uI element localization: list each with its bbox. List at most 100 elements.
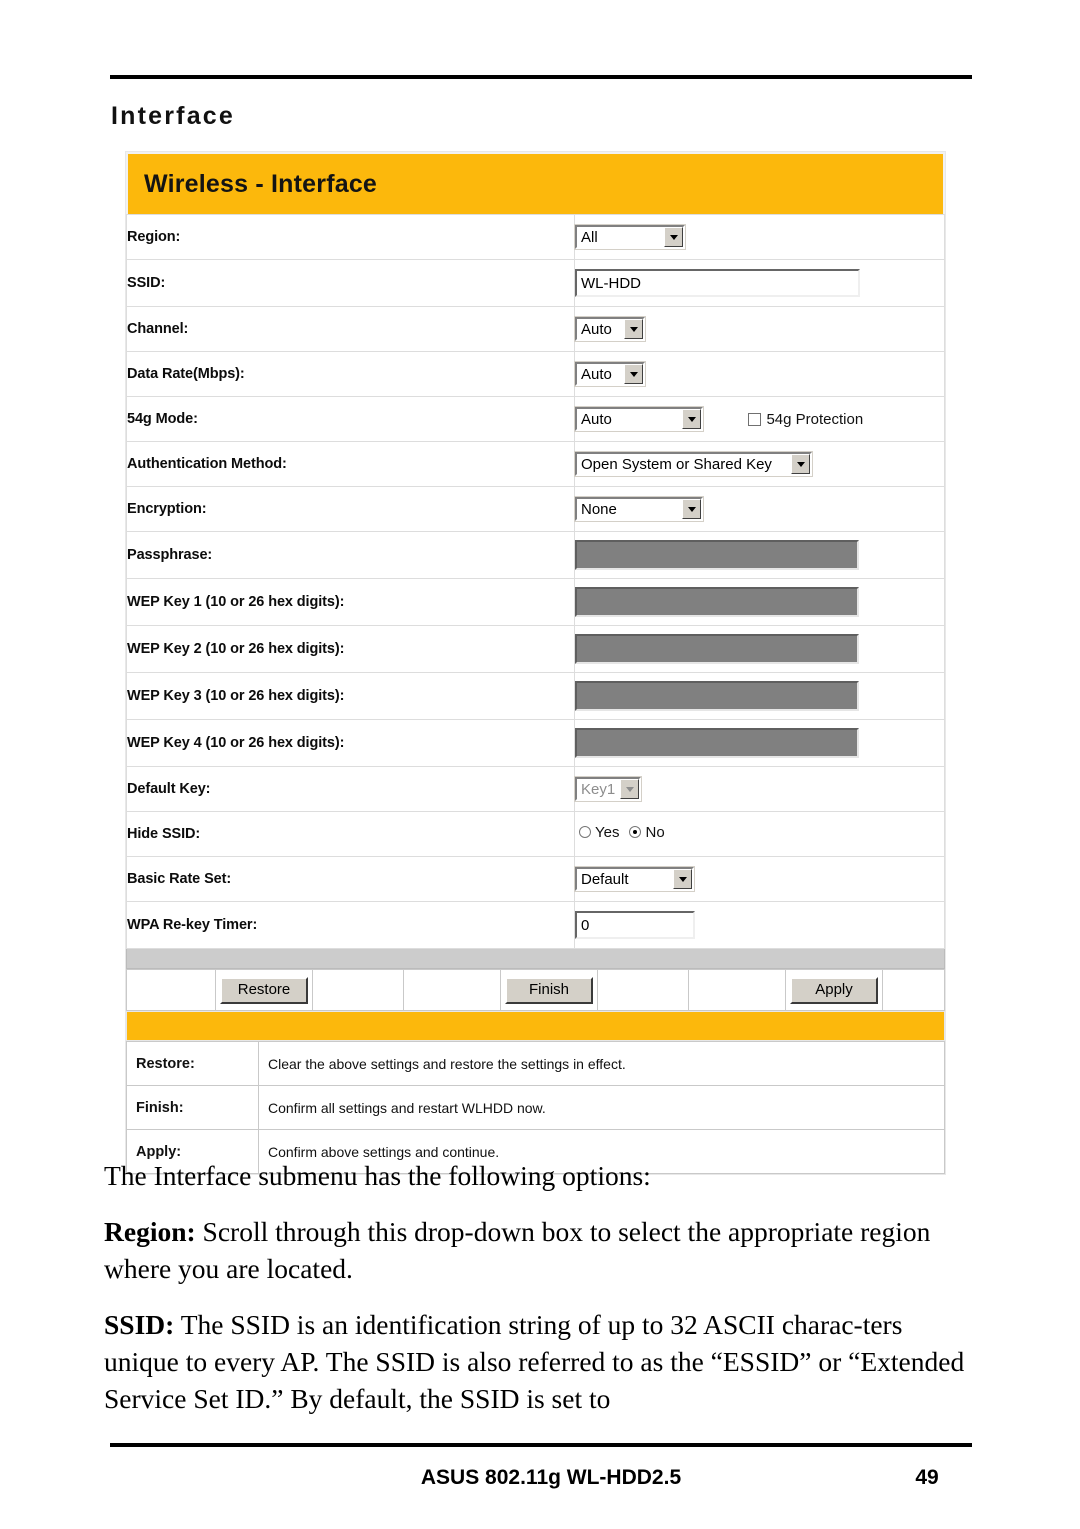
- mode-54g-select[interactable]: Auto: [575, 407, 703, 431]
- chevron-down-icon: [624, 364, 643, 384]
- legend-desc-finish: Confirm all settings and restart WLHDD n…: [258, 1085, 945, 1130]
- label-wep-key-3: WEP Key 3 (10 or 26 hex digits):: [126, 672, 575, 720]
- wireless-interface-form: Region: All SSID: WL-HDD Channel: Auto D…: [126, 214, 945, 949]
- value-wep-key-1: [574, 578, 945, 626]
- value-region: All: [574, 214, 945, 260]
- finish-button[interactable]: Finish: [505, 976, 593, 1004]
- value-data-rate: Auto: [574, 351, 945, 397]
- footer-rule: [110, 1443, 972, 1447]
- button-cell-pad-6: [882, 969, 945, 1011]
- chevron-down-icon: [682, 409, 701, 429]
- form-row-channel: Channel: Auto: [126, 306, 945, 352]
- panel-title-text: Wireless - Interface: [144, 169, 378, 198]
- form-row-54g-mode: 54g Mode: Auto 54g Protection: [126, 396, 945, 442]
- panel-title-bar: Wireless - Interface: [126, 152, 945, 214]
- label-basic-rate-set: Basic Rate Set:: [126, 856, 575, 902]
- form-row-basic-rate-set: Basic Rate Set: Default: [126, 856, 945, 902]
- hide-ssid-radio-group: Yes No: [575, 824, 675, 841]
- region-select-value: All: [581, 228, 598, 246]
- wep-key-2-input[interactable]: [575, 634, 859, 664]
- region-select[interactable]: All: [575, 225, 685, 249]
- passphrase-input[interactable]: [575, 540, 859, 570]
- form-row-wep-key-2: WEP Key 2 (10 or 26 hex digits):: [126, 625, 945, 673]
- encryption-select-value: None: [581, 500, 617, 518]
- ssid-input[interactable]: WL-HDD: [575, 269, 860, 297]
- form-row-wpa-rekey-timer: WPA Re-key Timer: 0: [126, 901, 945, 949]
- label-channel: Channel:: [126, 306, 575, 352]
- value-channel: Auto: [574, 306, 945, 352]
- label-passphrase: Passphrase:: [126, 531, 575, 579]
- form-row-wep-key-3: WEP Key 3 (10 or 26 hex digits):: [126, 672, 945, 720]
- legend-header-strip: [126, 1011, 945, 1041]
- 54g-protection-label: 54g Protection: [766, 410, 864, 428]
- chevron-down-icon: [682, 499, 701, 519]
- button-cell-pad-1: [126, 969, 216, 1011]
- value-ssid: WL-HDD: [574, 259, 945, 307]
- value-wpa-rekey-timer: 0: [574, 901, 945, 949]
- label-default-key: Default Key:: [126, 766, 575, 812]
- value-wep-key-2: [574, 625, 945, 673]
- auth-method-select[interactable]: Open System or Shared Key: [575, 452, 812, 476]
- 54g-protection-checkbox[interactable]: 54g Protection: [748, 411, 863, 428]
- footer-page-number: 49: [915, 1466, 939, 1489]
- chevron-down-icon: [624, 319, 643, 339]
- footer-title: ASUS 802.11g WL-HDD2.5: [420, 1466, 682, 1489]
- term-region: Region:: [104, 1216, 196, 1247]
- value-auth-method: Open System or Shared Key: [574, 441, 945, 487]
- wep-key-1-input[interactable]: [575, 587, 859, 617]
- button-cell-pad-5: [688, 969, 786, 1011]
- term-ssid-text: The SSID is an identification string of …: [104, 1309, 965, 1414]
- hide-ssid-radio-yes[interactable]: Yes: [579, 825, 619, 840]
- body-copy: The Interface submenu has the following …: [104, 1157, 972, 1436]
- manual-page: Interface Wireless - Interface Region: A…: [0, 0, 1080, 1529]
- legend-row-restore: Restore: Clear the above settings and re…: [126, 1041, 945, 1086]
- label-data-rate: Data Rate(Mbps):: [126, 351, 575, 397]
- term-region-text: Scroll through this drop-down box to sel…: [104, 1216, 931, 1284]
- hide-ssid-no-label: No: [645, 824, 665, 841]
- chevron-down-icon: [620, 779, 640, 799]
- form-row-default-key: Default Key: Key1: [126, 766, 945, 812]
- wpa-rekey-timer-input[interactable]: 0: [575, 911, 695, 939]
- button-cell-restore: Restore: [215, 969, 313, 1011]
- page-title: Interface: [111, 102, 236, 130]
- chevron-down-icon: [791, 454, 810, 474]
- label-54g-mode: 54g Mode:: [126, 396, 575, 442]
- paragraph-intro: The Interface submenu has the following …: [104, 1160, 651, 1191]
- form-row-encryption: Encryption: None: [126, 486, 945, 532]
- paragraph-region: Region: Scroll through this drop-down bo…: [104, 1213, 972, 1287]
- value-basic-rate-set: Default: [574, 856, 945, 902]
- value-wep-key-3: [574, 672, 945, 720]
- chevron-down-icon: [673, 869, 692, 889]
- data-rate-select-value: Auto: [581, 365, 612, 383]
- channel-select-value: Auto: [581, 320, 612, 338]
- default-key-select[interactable]: Key1: [575, 777, 641, 801]
- wep-key-3-input[interactable]: [575, 681, 859, 711]
- value-wep-key-4: [574, 719, 945, 767]
- label-encryption: Encryption:: [126, 486, 575, 532]
- button-cell-pad-4: [597, 969, 689, 1011]
- button-cell-finish: Finish: [500, 969, 598, 1011]
- label-wep-key-1: WEP Key 1 (10 or 26 hex digits):: [126, 578, 575, 626]
- form-row-wep-key-4: WEP Key 4 (10 or 26 hex digits):: [126, 719, 945, 767]
- encryption-select[interactable]: None: [575, 497, 703, 521]
- header-rule: [110, 75, 972, 79]
- label-wep-key-4: WEP Key 4 (10 or 26 hex digits):: [126, 719, 575, 767]
- restore-button[interactable]: Restore: [220, 976, 308, 1004]
- data-rate-select[interactable]: Auto: [575, 362, 645, 386]
- button-row: Restore Finish Apply: [126, 969, 945, 1011]
- label-hide-ssid: Hide SSID:: [126, 811, 575, 857]
- channel-select[interactable]: Auto: [575, 317, 645, 341]
- button-cell-pad-2: [312, 969, 404, 1011]
- wep-key-4-input[interactable]: [575, 728, 859, 758]
- basic-rate-set-select[interactable]: Default: [575, 867, 694, 891]
- chevron-down-icon: [664, 227, 683, 247]
- checkbox-icon: [748, 412, 762, 426]
- hide-ssid-radio-no[interactable]: No: [629, 824, 665, 841]
- button-cell-apply: Apply: [785, 969, 883, 1011]
- form-row-passphrase: Passphrase:: [126, 531, 945, 579]
- footer: ASUS 802.11g WL-HDD2.5 49: [110, 1466, 972, 1490]
- value-hide-ssid: Yes No: [574, 811, 945, 857]
- label-ssid: SSID:: [126, 259, 575, 307]
- apply-button[interactable]: Apply: [790, 976, 878, 1004]
- legend-row-finish: Finish: Confirm all settings and restart…: [126, 1085, 945, 1130]
